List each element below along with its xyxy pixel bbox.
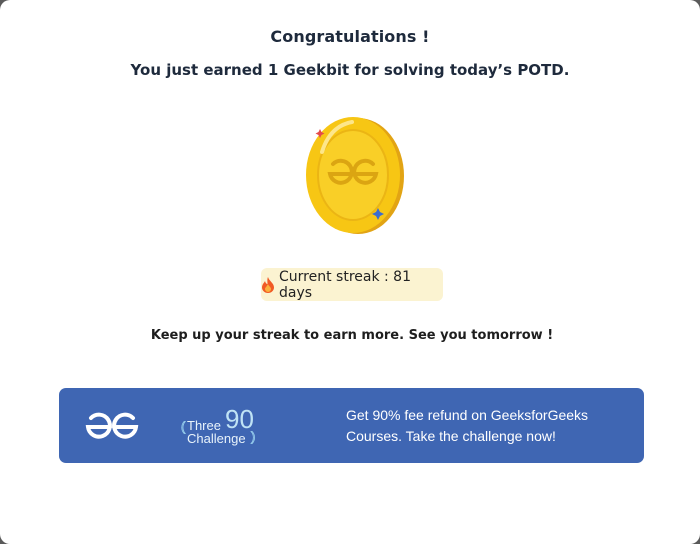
promo-text: Get 90% fee refund on GeeksforGeeks Cour…: [346, 407, 589, 444]
challenge-number: 90: [225, 404, 254, 434]
geekbit-coin-icon: [300, 114, 410, 238]
svg-text:(: (: [181, 419, 186, 434]
three90-challenge-logo: ( Three 90 Challenge ): [179, 401, 263, 451]
challenge-word-bottom: Challenge: [187, 431, 246, 446]
svg-text:): ): [251, 429, 255, 444]
gfg-logo-icon: [83, 410, 141, 442]
current-streak-badge: Current streak : 81 days: [261, 268, 443, 301]
encouragement-message: Keep up your streak to earn more. See yo…: [150, 328, 554, 343]
fire-icon: [261, 276, 275, 293]
streak-label: Current streak : 81 days: [279, 268, 411, 301]
three90-challenge-banner[interactable]: ( Three 90 Challenge ) Get 90% fee refun…: [59, 388, 644, 463]
dialog-subtitle: You just earned 1 Geekbit for solving to…: [130, 61, 570, 79]
potd-reward-dialog: Congratulations ! You just earned 1 Geek…: [0, 0, 700, 544]
dialog-title: Congratulations !: [270, 27, 430, 46]
